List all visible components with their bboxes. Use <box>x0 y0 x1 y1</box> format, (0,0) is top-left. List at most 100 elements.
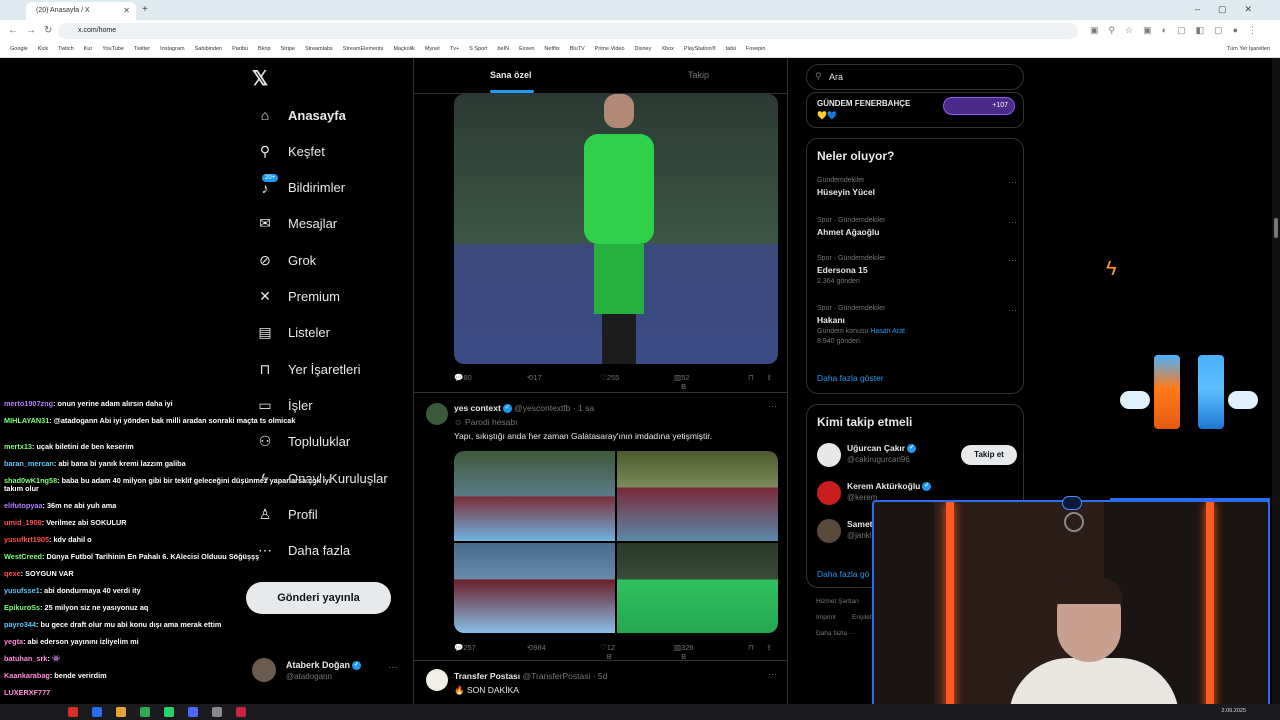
taskbar-app-icon[interactable] <box>236 707 246 717</box>
nav-item-list[interactable]: ▤ Listeler <box>254 321 330 345</box>
like-button[interactable]: ♡ 12 B <box>600 643 615 661</box>
address-bar[interactable]: x.com/home <box>58 23 1078 39</box>
avatar[interactable] <box>817 481 841 505</box>
chat-username[interactable]: yegta <box>4 637 23 646</box>
browser-tab[interactable]: (20) Anasayfa / X ✕ <box>26 2 136 20</box>
chat-username[interactable]: Kaankarabag <box>4 671 50 680</box>
bookmark-item[interactable]: Netflix <box>544 46 559 52</box>
bookmark-item[interactable]: Twitch <box>58 46 74 52</box>
bookmark-item[interactable]: Tv+ <box>450 46 459 52</box>
back-icon[interactable]: ← <box>8 25 18 36</box>
post-yescontext[interactable]: yes context ✓ @yescontextfb · 1 sa ☺ Paro… <box>414 392 787 662</box>
bookmark-item[interactable]: Kur <box>84 46 93 52</box>
post-time[interactable]: · 5d <box>593 671 608 681</box>
nav-item-bell[interactable]: ♪ 20+ Bildirimler <box>254 173 345 200</box>
trend-more-icon[interactable]: ··· <box>1008 177 1017 187</box>
taskbar-app-icon[interactable] <box>164 707 174 717</box>
bookmark-item[interactable]: Disney <box>635 46 652 52</box>
repost-button[interactable]: ⟲ 17 <box>527 373 542 382</box>
chat-username[interactable]: qexe <box>4 569 21 578</box>
post-image-goalkeeper[interactable] <box>454 94 778 364</box>
taskbar-app-icon[interactable] <box>68 707 78 717</box>
x-logo-icon[interactable]: 𝕏 <box>252 66 268 91</box>
footer-link[interactable]: Imprint <box>816 614 836 621</box>
chat-username[interactable]: MIHLAYAN31 <box>4 416 49 425</box>
avatar[interactable] <box>426 669 448 691</box>
who-to-follow-item[interactable]: Uğurcan Çakır ✓ @cakirugurcan96 Takip et <box>817 441 1017 471</box>
trend-more-icon[interactable]: ··· <box>1008 305 1017 315</box>
search-input[interactable]: ⚲ Ara <box>806 64 1024 90</box>
bookmark-item[interactable]: Xbox <box>661 46 674 52</box>
taskbar-app-icon[interactable] <box>92 707 102 717</box>
post-more-icon[interactable]: ··· <box>768 669 777 679</box>
grid-image-3[interactable] <box>454 543 615 633</box>
nav-item-search[interactable]: ⚲ Keşfet <box>254 139 325 163</box>
bookmark-item[interactable]: YouTube <box>102 46 124 52</box>
bookmark-item[interactable]: beIN <box>498 46 510 52</box>
avatar[interactable] <box>426 403 448 425</box>
avatar[interactable] <box>817 443 841 467</box>
share-icon[interactable]: ⇪ <box>766 643 772 652</box>
bookmark-item[interactable]: PlayStation® <box>684 46 716 52</box>
new-tab-icon[interactable]: + <box>142 4 148 15</box>
follow-button[interactable]: Takip et <box>961 445 1017 465</box>
bookmark-item[interactable]: Stripe <box>281 46 295 52</box>
who-more-link[interactable]: Daha fazla gö <box>817 569 869 579</box>
grid-image-2[interactable] <box>617 451 778 541</box>
trend-item[interactable]: Spor · Gündemdekiler Edersona 15 2.364 gön… <box>817 255 1017 285</box>
chat-username[interactable]: baran_mercan <box>4 459 54 468</box>
like-button[interactable]: ♡ 255 <box>600 373 619 382</box>
reply-button[interactable]: 💬 80 <box>454 373 472 382</box>
close-tab-icon[interactable]: ✕ <box>123 6 130 15</box>
views-button[interactable]: ▥ 52 B <box>674 373 689 391</box>
bookmark-item[interactable]: Twitter <box>134 46 150 52</box>
nav-item-x[interactable]: ✕ Premium <box>254 285 340 309</box>
bookmark-item[interactable]: Exxen <box>519 46 534 52</box>
bookmark-item[interactable]: Bknp <box>258 46 271 52</box>
bookmark-item[interactable]: Paribu <box>232 46 248 52</box>
chat-username[interactable]: LUXERXF777 <box>4 688 50 697</box>
chat-username[interactable]: payro344 <box>4 620 36 629</box>
chat-username[interactable]: EpikuroSs <box>4 603 40 612</box>
scrollbar-thumb[interactable] <box>1274 218 1278 238</box>
repost-button[interactable]: ⟲ 984 <box>527 643 546 652</box>
post-transferpostasi[interactable]: Transfer Postası @TransferPostasi · 5d ·… <box>414 660 787 704</box>
bookmark-item[interactable]: Prime Video <box>595 46 625 52</box>
taskbar-app-icon[interactable] <box>212 707 222 717</box>
bookmark-item[interactable]: tabii <box>726 46 736 52</box>
views-button[interactable]: ▥ 326 B <box>674 643 694 661</box>
bookmark-item[interactable]: Fovepin <box>746 46 766 52</box>
bookmark-icon[interactable]: ⊓ <box>748 373 754 382</box>
author-name[interactable]: Transfer Postası <box>454 671 520 681</box>
post-image-grid[interactable] <box>454 451 778 633</box>
nav-item-grok[interactable]: ⊘ Grok <box>254 248 316 272</box>
author-name[interactable]: yes context <box>454 403 501 413</box>
tab-following[interactable]: Takip <box>688 70 709 80</box>
bookmark-item[interactable]: Sahibinden <box>195 46 223 52</box>
trend-item[interactable]: Gündemdekiler Hüseyin Yücel ··· <box>817 177 1017 197</box>
trend-more-icon[interactable]: ··· <box>1008 217 1017 227</box>
reload-icon[interactable]: ↻ <box>44 25 52 36</box>
window-controls[interactable]: –▢✕ <box>1195 4 1270 15</box>
forward-icon[interactable]: → <box>26 25 36 36</box>
avatar[interactable] <box>817 519 841 543</box>
tab-for-you[interactable]: Sana özel <box>490 70 532 80</box>
trend-item[interactable]: Spor · Gündemdekiler Hakanı Gündem konusu … <box>817 305 1017 345</box>
reply-button[interactable]: 💬 257 <box>454 643 476 652</box>
bookmark-item[interactable]: Streamlabs <box>305 46 333 52</box>
all-bookmarks[interactable]: Tüm Yer İşaretleri <box>1227 46 1270 52</box>
bookmark-item[interactable]: BluTV <box>570 46 585 52</box>
chat-username[interactable]: mertx13 <box>4 442 32 451</box>
bookmark-item[interactable]: StreamElements <box>343 46 384 52</box>
post-time[interactable]: · 1 sa <box>573 403 594 413</box>
taskbar-app-icon[interactable] <box>188 707 198 717</box>
chat-username[interactable]: elifutopyaa <box>4 501 43 510</box>
scrollbar[interactable] <box>1272 58 1280 704</box>
nav-item-home[interactable]: ⌂ Anasayfa <box>254 103 346 127</box>
taskbar-app-icon[interactable] <box>116 707 126 717</box>
trend-card-fenerbahce[interactable]: GÜNDEM FENERBAHÇE 💛💙 +107 <box>806 92 1024 128</box>
bookmark-icon[interactable]: ⊓ <box>748 643 754 652</box>
nav-item-bookmark[interactable]: ⊓ Yer İşaretleri <box>254 357 361 381</box>
trend-topic-link[interactable]: Hasan Arat <box>870 328 905 335</box>
grid-image-1[interactable] <box>454 451 615 541</box>
